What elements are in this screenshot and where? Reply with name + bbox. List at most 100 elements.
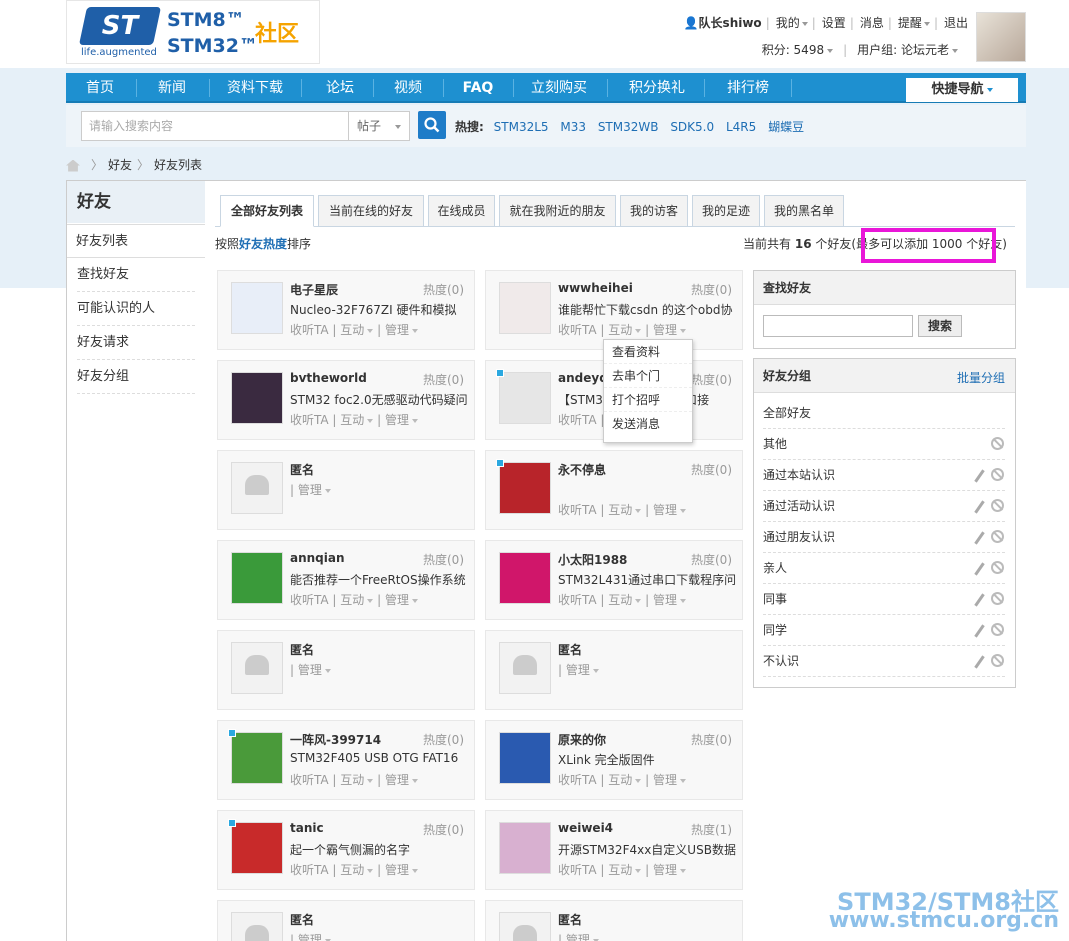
interact-link[interactable]: 互动 bbox=[608, 863, 632, 877]
manage-link[interactable]: 管理 bbox=[653, 863, 677, 877]
listen-link[interactable]: 收听TA bbox=[290, 863, 329, 877]
pencil-icon[interactable] bbox=[974, 593, 985, 607]
manage-link[interactable]: 管理 bbox=[385, 773, 409, 787]
friend-name[interactable]: 匿名 bbox=[290, 641, 314, 658]
nav-points-exchange[interactable]: 积分换礼 bbox=[610, 73, 704, 103]
batch-group-link[interactable]: 批量分组 bbox=[957, 369, 1005, 386]
friend-group-item[interactable]: 通过朋友认识 bbox=[763, 522, 1005, 553]
friend-group-item[interactable]: 同事 bbox=[763, 584, 1005, 615]
friend-avatar[interactable] bbox=[499, 552, 551, 604]
username-link[interactable]: 队长shiwo bbox=[699, 16, 762, 30]
friend-avatar[interactable] bbox=[231, 282, 283, 334]
interact-link[interactable]: 互动 bbox=[340, 593, 364, 607]
sort-key-link[interactable]: 好友热度 bbox=[239, 237, 287, 251]
listen-link[interactable]: 收听TA bbox=[558, 413, 597, 427]
tab-online-friends[interactable]: 当前在线的好友 bbox=[318, 195, 424, 227]
nav-downloads[interactable]: 资料下载 bbox=[212, 73, 298, 103]
tab-footprints[interactable]: 我的足迹 bbox=[692, 195, 760, 227]
friend-avatar[interactable] bbox=[499, 732, 551, 784]
manage-link[interactable]: 管理 bbox=[653, 323, 677, 337]
listen-link[interactable]: 收听TA bbox=[558, 503, 597, 517]
block-icon[interactable] bbox=[991, 561, 1004, 574]
manage-link[interactable]: 管理 bbox=[653, 503, 677, 517]
friend-avatar[interactable] bbox=[499, 912, 551, 941]
sidebar-item-groups[interactable]: 好友分组 bbox=[77, 360, 195, 394]
nav-forum[interactable]: 论坛 bbox=[304, 73, 376, 103]
manage-link[interactable]: 管理 bbox=[653, 773, 677, 787]
friend-group-item[interactable]: 通过活动认识 bbox=[763, 491, 1005, 522]
interact-link[interactable]: 互动 bbox=[608, 773, 632, 787]
friend-group-item[interactable]: 其他 bbox=[763, 429, 1005, 460]
friend-avatar[interactable] bbox=[231, 462, 283, 514]
hot-link[interactable]: M33 bbox=[560, 120, 586, 134]
friend-name[interactable]: tanic bbox=[290, 821, 324, 835]
friend-avatar[interactable] bbox=[231, 912, 283, 941]
my-menu[interactable]: 我的 bbox=[776, 16, 800, 30]
hot-link[interactable]: L4R5 bbox=[726, 120, 756, 134]
manage-link[interactable]: 管理 bbox=[385, 323, 409, 337]
interact-link[interactable]: 互动 bbox=[340, 773, 364, 787]
find-friend-input[interactable] bbox=[763, 315, 913, 337]
friend-name[interactable]: 匿名 bbox=[558, 911, 582, 928]
friend-status-text[interactable]: 起一个霸气侧漏的名字 bbox=[290, 841, 468, 858]
friend-avatar[interactable] bbox=[499, 642, 551, 694]
nav-faq[interactable]: FAQ bbox=[446, 73, 510, 103]
tab-all-friends[interactable]: 全部好友列表 bbox=[220, 195, 314, 227]
friend-avatar[interactable] bbox=[499, 282, 551, 334]
friend-status-text[interactable]: 开源STM32F4xx自定义USB数据 bbox=[558, 841, 736, 858]
friend-name[interactable]: 永不停息 bbox=[558, 461, 606, 478]
interact-link[interactable]: 互动 bbox=[608, 593, 632, 607]
points-link[interactable]: 积分: 5498 bbox=[762, 43, 824, 57]
logout-link[interactable]: 退出 bbox=[944, 16, 968, 30]
nav-ranking[interactable]: 排行榜 bbox=[706, 73, 790, 103]
friend-name[interactable]: 匿名 bbox=[290, 911, 314, 928]
friend-group-item[interactable]: 不认识 bbox=[763, 646, 1005, 677]
manage-link[interactable]: 管理 bbox=[385, 593, 409, 607]
settings-link[interactable]: 设置 bbox=[822, 16, 846, 30]
menu-greet[interactable]: 打个招呼 bbox=[604, 388, 692, 412]
friend-group-item[interactable]: 同学 bbox=[763, 615, 1005, 646]
hot-link[interactable]: SDK5.0 bbox=[670, 120, 714, 134]
menu-send-message[interactable]: 发送消息 bbox=[604, 412, 692, 436]
menu-visit[interactable]: 去串个门 bbox=[604, 364, 692, 388]
friend-status-text[interactable]: STM32L431通过串口下载程序问 bbox=[558, 571, 736, 588]
reminders-link[interactable]: 提醒 bbox=[898, 16, 922, 30]
pencil-icon[interactable] bbox=[974, 469, 985, 483]
tab-visitors[interactable]: 我的访客 bbox=[620, 195, 688, 227]
manage-link[interactable]: 管理 bbox=[653, 593, 677, 607]
listen-link[interactable]: 收听TA bbox=[558, 773, 597, 787]
listen-link[interactable]: 收听TA bbox=[558, 323, 597, 337]
interact-link[interactable]: 互动 bbox=[340, 323, 364, 337]
friend-name[interactable]: 一阵风-399714 bbox=[290, 731, 381, 748]
interact-link[interactable]: 互动 bbox=[608, 323, 632, 337]
listen-link[interactable]: 收听TA bbox=[290, 593, 329, 607]
manage-link[interactable]: 管理 bbox=[298, 483, 322, 497]
friend-name[interactable]: 小太阳1988 bbox=[558, 551, 627, 568]
block-icon[interactable] bbox=[991, 437, 1004, 450]
friend-group-item[interactable]: 亲人 bbox=[763, 553, 1005, 584]
friend-group-item[interactable]: 通过本站认识 bbox=[763, 460, 1005, 491]
search-input[interactable]: 请输入搜索内容 bbox=[81, 111, 349, 141]
manage-link[interactable]: 管理 bbox=[566, 933, 590, 941]
block-icon[interactable] bbox=[991, 623, 1004, 636]
friend-status-text[interactable]: STM32F405 USB OTG FAT16 bbox=[290, 751, 468, 765]
friend-avatar[interactable] bbox=[499, 822, 551, 874]
breadcrumb-friend-list[interactable]: 好友列表 bbox=[154, 158, 202, 172]
search-scope-select[interactable]: 帖子 bbox=[349, 111, 410, 141]
nav-home[interactable]: 首页 bbox=[66, 73, 134, 103]
friend-group-item[interactable]: 全部好友 bbox=[763, 398, 1005, 429]
friend-status-text[interactable]: 能否推荐一个FreeRtOS操作系统 bbox=[290, 571, 468, 588]
friend-avatar[interactable] bbox=[231, 372, 283, 424]
block-icon[interactable] bbox=[991, 468, 1004, 481]
friend-name[interactable]: 电子星辰 bbox=[290, 281, 338, 298]
pencil-icon[interactable] bbox=[974, 531, 985, 545]
friend-avatar[interactable] bbox=[231, 552, 283, 604]
manage-link[interactable]: 管理 bbox=[385, 413, 409, 427]
friend-status-text[interactable]: STM32 foc2.0无感驱动代码疑问 bbox=[290, 391, 468, 408]
tab-online-members[interactable]: 在线成员 bbox=[428, 195, 495, 227]
usergroup-link[interactable]: 用户组: 论坛元老 bbox=[857, 43, 949, 57]
friend-avatar[interactable] bbox=[231, 822, 283, 874]
friend-avatar[interactable] bbox=[499, 462, 551, 514]
sidebar-item-find-friends[interactable]: 查找好友 bbox=[77, 258, 195, 292]
friend-status-text[interactable]: XLink 完全版固件 bbox=[558, 751, 736, 768]
